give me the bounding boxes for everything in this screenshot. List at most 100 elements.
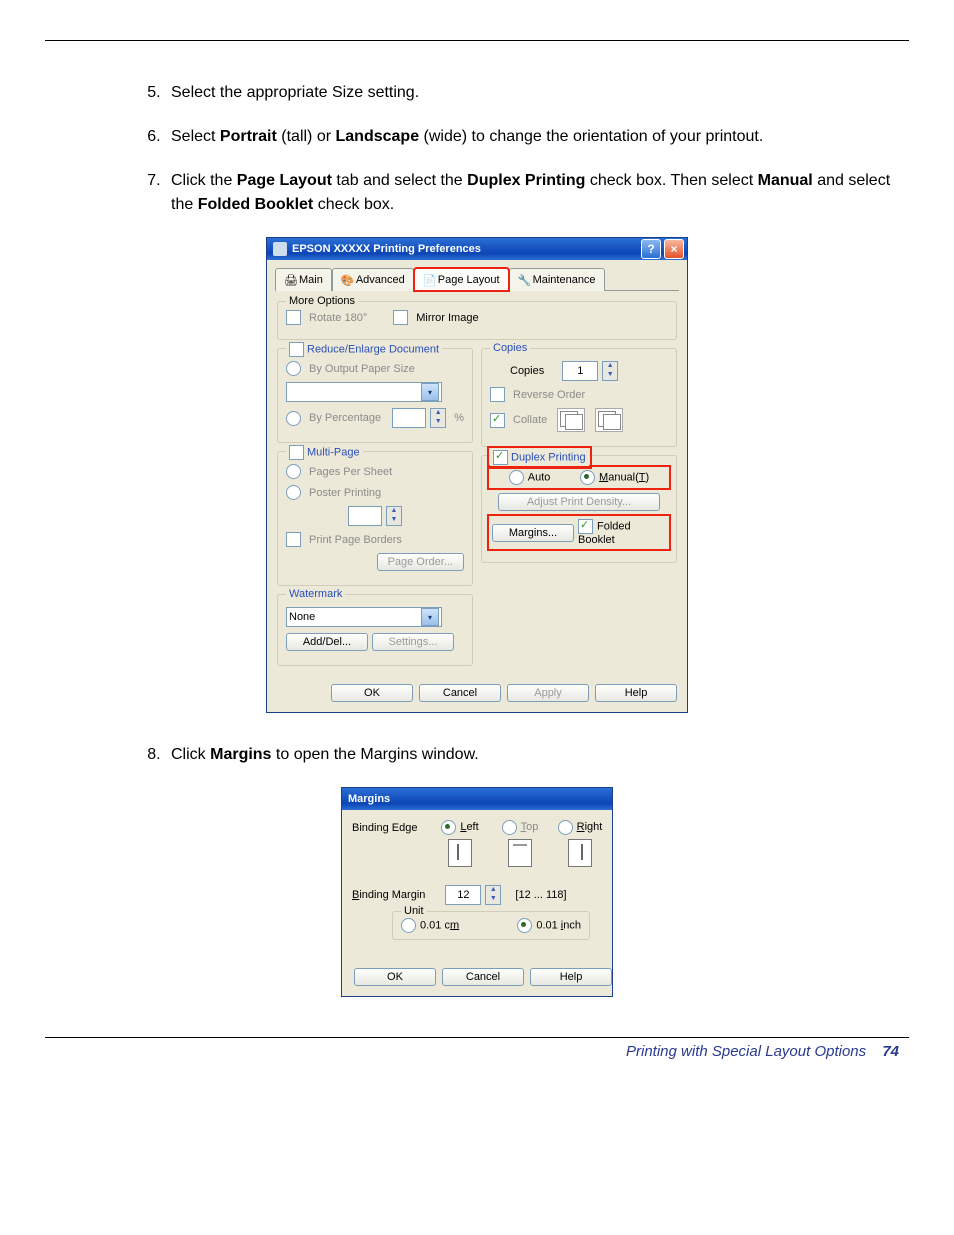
margins-help-button[interactable]: Help <box>530 968 612 986</box>
multi-page-checkbox[interactable] <box>289 445 304 460</box>
percent-unit-label: % <box>454 412 464 424</box>
step-7-bold-duplex: Duplex Printing <box>467 172 585 189</box>
multi-page-count-input[interactable] <box>348 506 382 526</box>
unit-cm-radio[interactable] <box>401 918 416 933</box>
by-output-radio[interactable] <box>286 361 301 376</box>
dialog1-titlebar[interactable]: EPSON XXXXX Printing Preferences ? × <box>267 238 687 260</box>
step-7-text-a: Click the <box>171 172 237 189</box>
group-unit: Unit 0.01 cm 0.01 inch <box>392 911 590 940</box>
margins-button[interactable]: Margins... <box>492 524 574 542</box>
by-percentage-label: By Percentage <box>309 412 381 424</box>
binding-margin-input[interactable] <box>445 885 481 905</box>
binding-right-icon <box>568 839 592 867</box>
percentage-spinner[interactable]: ▲▼ <box>430 408 446 428</box>
tab-maintenance[interactable]: 🔧Maintenance <box>509 268 605 291</box>
apply-button[interactable]: Apply <box>507 684 589 702</box>
pages-per-sheet-radio[interactable] <box>286 464 301 479</box>
help-button[interactable]: Help <box>595 684 677 702</box>
tab-advanced[interactable]: 🎨Advanced <box>332 268 414 291</box>
binding-top-icon <box>508 839 532 867</box>
folded-booklet-checkbox[interactable] <box>578 519 593 534</box>
legend-copies: Copies <box>490 342 530 354</box>
tab-advanced-label: Advanced <box>356 274 405 286</box>
reverse-order-checkbox[interactable] <box>490 387 505 402</box>
binding-right-radio[interactable] <box>558 820 573 835</box>
step-8: Click Margins to open the Margins window… <box>165 743 909 767</box>
footer-section: Printing with Special Layout Options <box>626 1043 866 1060</box>
step-6-text-e: (wide) to change the orientation of your… <box>419 128 763 145</box>
reverse-order-label: Reverse Order <box>513 389 585 401</box>
watermark-add-del-button[interactable]: Add/Del... <box>286 633 368 651</box>
chevron-down-icon: ▾ <box>421 608 439 626</box>
unit-inch-radio[interactable] <box>517 918 532 933</box>
step-5-text: Select the appropriate Size setting. <box>171 84 419 101</box>
pagelayout-tab-icon: 📄 <box>423 274 435 286</box>
legend-reduce-enlarge: Reduce/Enlarge Document <box>307 343 439 355</box>
tab-main[interactable]: 🖨Main <box>275 268 332 291</box>
binding-left-icon <box>448 839 472 867</box>
margins-cancel-button[interactable]: Cancel <box>442 968 524 986</box>
close-icon[interactable]: × <box>664 239 684 259</box>
binding-margin-spinner[interactable]: ▲▼ <box>485 885 501 905</box>
collate-label: Collate <box>513 414 547 426</box>
step-6: Select Portrait (tall) or Landscape (wid… <box>165 125 909 149</box>
duplex-printing-checkbox[interactable] <box>493 450 508 465</box>
percentage-input[interactable] <box>392 408 426 428</box>
rotate-180-checkbox[interactable] <box>286 310 301 325</box>
tab-main-label: Main <box>299 274 323 286</box>
dialog2-title: Margins <box>348 793 390 805</box>
dialog2-titlebar[interactable]: Margins <box>342 788 612 810</box>
poster-printing-label: Poster Printing <box>309 487 381 499</box>
margins-dialog: Margins Binding Edge Left Top <box>341 787 613 997</box>
page-footer: Printing with Special Layout Options 74 <box>45 1043 909 1060</box>
duplex-auto-radio[interactable] <box>509 470 524 485</box>
cancel-button[interactable]: Cancel <box>419 684 501 702</box>
margins-ok-button[interactable]: OK <box>354 968 436 986</box>
watermark-dropdown[interactable]: None ▾ <box>286 607 442 627</box>
watermark-value: None <box>289 611 315 623</box>
duplex-manual-label: Manual(T) <box>599 471 649 483</box>
collate-checkbox[interactable] <box>490 413 505 428</box>
dialog1-title: EPSON XXXXX Printing Preferences <box>292 243 481 255</box>
copies-input[interactable] <box>562 361 598 381</box>
copies-spinner[interactable]: ▲▼ <box>602 361 618 381</box>
watermark-settings-button[interactable]: Settings... <box>372 633 454 651</box>
reduce-enlarge-checkbox[interactable] <box>289 342 304 357</box>
by-percentage-radio[interactable] <box>286 411 301 426</box>
step-7-text-c: tab and select the <box>332 172 467 189</box>
printing-preferences-dialog: EPSON XXXXX Printing Preferences ? × 🖨Ma… <box>266 237 688 713</box>
binding-edge-label: Binding Edge <box>352 822 422 834</box>
copies-label: Copies <box>510 365 544 377</box>
group-watermark: Watermark None▾ Add/Del... Settings... <box>277 594 473 666</box>
legend-duplex: Duplex Printing <box>511 451 586 463</box>
binding-left-label: Left <box>460 821 478 833</box>
collate-icon <box>557 408 585 432</box>
print-page-borders-label: Print Page Borders <box>309 534 402 546</box>
maintenance-tab-icon: 🔧 <box>518 274 530 286</box>
multi-page-spinner[interactable]: ▲▼ <box>386 506 402 526</box>
adjust-print-density-button[interactable]: Adjust Print Density... <box>498 493 660 511</box>
help-button-icon[interactable]: ? <box>641 239 661 259</box>
duplex-manual-radio[interactable] <box>580 470 595 485</box>
legend-unit: Unit <box>401 905 427 917</box>
unit-cm-label: 0.01 cm <box>420 919 459 931</box>
page-order-button[interactable]: Page Order... <box>377 553 464 571</box>
binding-left-radio[interactable] <box>441 820 456 835</box>
step-6-bold-landscape: Landscape <box>336 128 420 145</box>
group-reduce-enlarge: Reduce/Enlarge Document By Output Paper … <box>277 348 473 443</box>
group-duplex: Duplex Printing Auto Manual(T) Adjust Pr… <box>481 455 677 563</box>
tab-page-layout[interactable]: 📄Page Layout <box>414 268 509 291</box>
output-paper-size-dropdown[interactable]: ▾ <box>286 382 442 402</box>
group-multi-page: Multi-Page Pages Per Sheet Poster Printi… <box>277 451 473 586</box>
step-6-text-a: Select <box>171 128 220 145</box>
chevron-down-icon: ▾ <box>421 383 439 401</box>
ok-button[interactable]: OK <box>331 684 413 702</box>
mirror-image-checkbox[interactable] <box>393 310 408 325</box>
by-output-label: By Output Paper Size <box>309 363 415 375</box>
advanced-tab-icon: 🎨 <box>341 274 353 286</box>
unit-inch-label: 0.01 inch <box>536 919 581 931</box>
binding-top-radio[interactable] <box>502 820 517 835</box>
step-7: Click the Page Layout tab and select the… <box>165 169 909 217</box>
print-page-borders-checkbox[interactable] <box>286 532 301 547</box>
poster-printing-radio[interactable] <box>286 485 301 500</box>
